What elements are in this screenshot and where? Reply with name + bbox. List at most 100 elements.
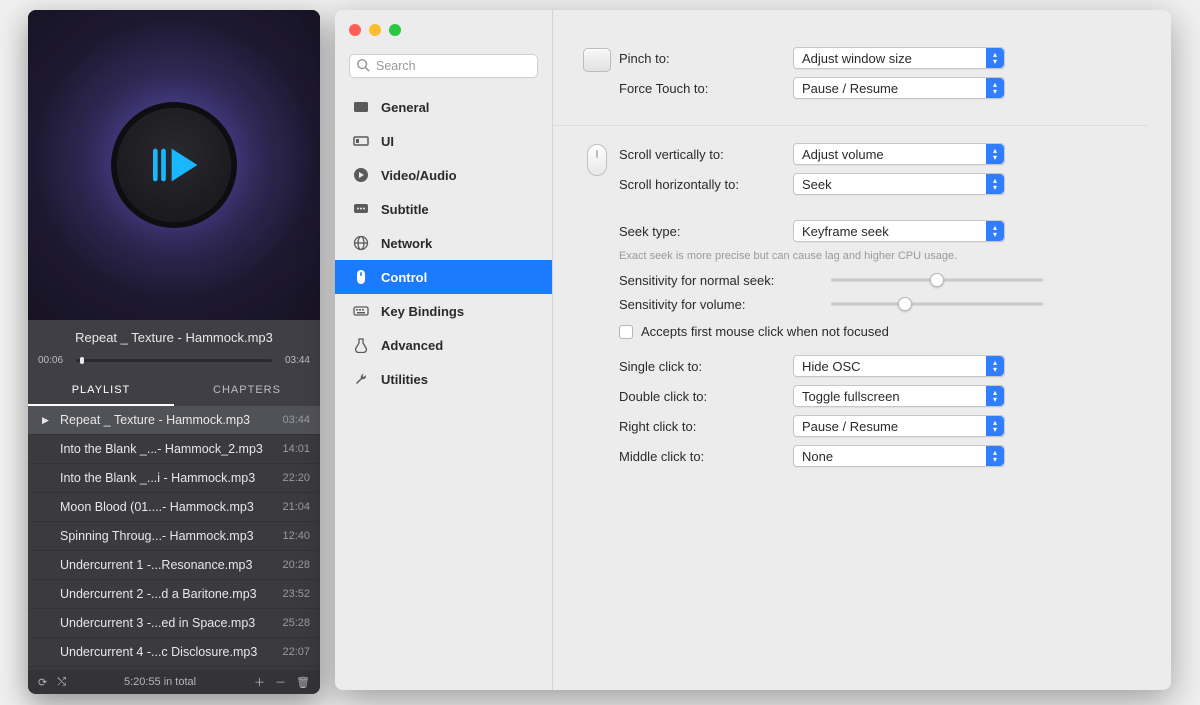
add-icon[interactable]: ＋ xyxy=(254,674,265,690)
trackpad-section: Pinch to: Adjust window size▴▾ Force Tou… xyxy=(553,30,1147,126)
pinch-value: Adjust window size xyxy=(802,51,912,66)
sidebar-item-general[interactable]: General xyxy=(335,90,552,124)
track-duration: 22:20 xyxy=(282,472,310,484)
track-name: Moon Blood (01....- Hammock.mp3 xyxy=(60,500,274,514)
utilities-icon xyxy=(353,371,369,387)
scrollh-select[interactable]: Seek▴▾ xyxy=(793,173,1005,195)
shuffle-icon[interactable]: ⤭ xyxy=(57,676,66,689)
time-elapsed: 00:06 xyxy=(38,355,68,366)
search-icon xyxy=(356,58,370,77)
list-item[interactable]: Undercurrent 4 -...c Disclosure.mp322:07 xyxy=(28,638,320,667)
firstclick-checkbox[interactable] xyxy=(619,325,633,339)
playlist[interactable]: ▶Repeat _ Texture - Hammock.mp303:44Into… xyxy=(28,406,320,670)
track-duration: 20:28 xyxy=(282,559,310,571)
tab-playlist[interactable]: PLAYLIST xyxy=(28,376,174,406)
sens-seek-slider[interactable] xyxy=(831,272,1043,288)
doubleclick-select[interactable]: Toggle fullscreen▴▾ xyxy=(793,385,1005,407)
search-input[interactable] xyxy=(349,54,538,78)
close-icon[interactable] xyxy=(349,24,361,36)
list-item[interactable]: Undercurrent 3 -...ed in Space.mp325:28 xyxy=(28,609,320,638)
preferences-window: General UI Video/Audio Subtitle Network Contr… xyxy=(335,10,1171,690)
general-icon xyxy=(353,99,369,115)
scrollh-value: Seek xyxy=(802,177,832,192)
player-window: Repeat _ Texture - Hammock.mp3 00:06 03:… xyxy=(28,10,320,694)
list-item[interactable]: Into the Blank _...- Hammock_2.mp314:01 xyxy=(28,435,320,464)
track-name: Spinning Throug...- Hammock.mp3 xyxy=(60,529,274,543)
track-duration: 22:07 xyxy=(282,646,310,658)
sidebar-item-keybindings[interactable]: Key Bindings xyxy=(335,294,552,328)
track-name: Undercurrent 1 -...Resonance.mp3 xyxy=(60,558,274,572)
firstclick-label: Accepts first mouse click when not focus… xyxy=(641,324,889,339)
network-icon xyxy=(353,235,369,251)
control-icon xyxy=(353,269,369,285)
doubleclick-value: Toggle fullscreen xyxy=(802,389,900,404)
sidebar-item-label: Network xyxy=(381,236,432,251)
singleclick-select[interactable]: Hide OSC▴▾ xyxy=(793,355,1005,377)
rightclick-label: Right click to: xyxy=(619,419,781,434)
now-playing-title: Repeat _ Texture - Hammock.mp3 xyxy=(28,320,320,351)
mouse-icon xyxy=(575,140,619,475)
album-art-area xyxy=(28,10,320,320)
singleclick-value: Hide OSC xyxy=(802,359,861,374)
minimize-icon[interactable] xyxy=(369,24,381,36)
progress-bar[interactable] xyxy=(76,359,272,362)
list-item[interactable]: Into the Blank _...i - Hammock.mp322:20 xyxy=(28,464,320,493)
zoom-icon[interactable] xyxy=(389,24,401,36)
sidebar-item-network[interactable]: Network xyxy=(335,226,552,260)
track-name: Undercurrent 2 -...d a Baritone.mp3 xyxy=(60,587,274,601)
keybindings-icon xyxy=(353,303,369,319)
track-name: Undercurrent 3 -...ed in Space.mp3 xyxy=(60,616,274,630)
track-name: Into the Blank _...- Hammock_2.mp3 xyxy=(60,442,274,456)
prefs-content: Pinch to: Adjust window size▴▾ Force Tou… xyxy=(553,10,1171,690)
seektype-select[interactable]: Keyframe seek▴▾ xyxy=(793,220,1005,242)
sidebar-item-advanced[interactable]: Advanced xyxy=(335,328,552,362)
sidebar-item-subtitle[interactable]: Subtitle xyxy=(335,192,552,226)
list-item[interactable]: Undercurrent 1 -...Resonance.mp3 20:28 xyxy=(28,551,320,580)
sidebar-item-label: Video/Audio xyxy=(381,168,457,183)
time-total: 03:44 xyxy=(280,355,310,366)
rightclick-select[interactable]: Pause / Resume▴▾ xyxy=(793,415,1005,437)
scrollv-label: Scroll vertically to: xyxy=(619,147,781,162)
sidebar-item-control[interactable]: Control xyxy=(335,260,552,294)
trackpad-icon xyxy=(575,44,619,107)
progress-row: 00:06 03:44 xyxy=(28,351,320,376)
forcetouch-label: Force Touch to: xyxy=(619,81,781,96)
videoaudio-icon xyxy=(353,167,369,183)
track-name: Repeat _ Texture - Hammock.mp3 xyxy=(60,413,274,427)
singleclick-label: Single click to: xyxy=(619,359,781,374)
sidebar-item-label: General xyxy=(381,100,429,115)
list-item[interactable]: ▶Repeat _ Texture - Hammock.mp303:44 xyxy=(28,406,320,435)
trash-icon[interactable]: 🗑 xyxy=(296,676,310,689)
forcetouch-select[interactable]: Pause / Resume▴▾ xyxy=(793,77,1005,99)
list-item[interactable]: Moon Blood (01....- Hammock.mp321:04 xyxy=(28,493,320,522)
scrollv-select[interactable]: Adjust volume▴▾ xyxy=(793,143,1005,165)
sens-vol-slider[interactable] xyxy=(831,296,1043,312)
mouse-section: Scroll vertically to: Adjust volume▴▾ Sc… xyxy=(553,126,1147,493)
list-item[interactable]: Spinning Throug...- Hammock.mp3 12:40 xyxy=(28,522,320,551)
sidebar-item-videoaudio[interactable]: Video/Audio xyxy=(335,158,552,192)
list-item[interactable]: Undercurrent 2 -...d a Baritone.mp323:52 xyxy=(28,580,320,609)
sidebar-item-label: Utilities xyxy=(381,372,428,387)
sidebar-item-ui[interactable]: UI xyxy=(335,124,552,158)
seektype-hint: Exact seek is more precise but can cause… xyxy=(619,250,1147,262)
middleclick-value: None xyxy=(802,449,833,464)
subtitle-icon xyxy=(353,201,369,217)
playlist-tabs: PLAYLIST CHAPTERS xyxy=(28,376,320,406)
doubleclick-label: Double click to: xyxy=(619,389,781,404)
rightclick-value: Pause / Resume xyxy=(802,419,898,434)
forcetouch-value: Pause / Resume xyxy=(802,81,898,96)
pinch-label: Pinch to: xyxy=(619,51,781,66)
player-footer: ⟳ ⤭ 5:20:55 in total ＋ － 🗑 xyxy=(28,670,320,694)
prefs-sidebar: General UI Video/Audio Subtitle Network Contr… xyxy=(335,10,553,690)
sidebar-item-utilities[interactable]: Utilities xyxy=(335,362,552,396)
remove-icon[interactable]: － xyxy=(275,674,286,690)
window-controls xyxy=(349,24,401,36)
pinch-select[interactable]: Adjust window size▴▾ xyxy=(793,47,1005,69)
track-duration: 12:40 xyxy=(282,530,310,542)
middleclick-select[interactable]: None▴▾ xyxy=(793,445,1005,467)
middleclick-label: Middle click to: xyxy=(619,449,781,464)
sidebar-item-label: Advanced xyxy=(381,338,443,353)
sens-vol-label: Sensitivity for volume: xyxy=(619,297,819,312)
tab-chapters[interactable]: CHAPTERS xyxy=(174,376,320,406)
loop-icon[interactable]: ⟳ xyxy=(38,676,47,689)
